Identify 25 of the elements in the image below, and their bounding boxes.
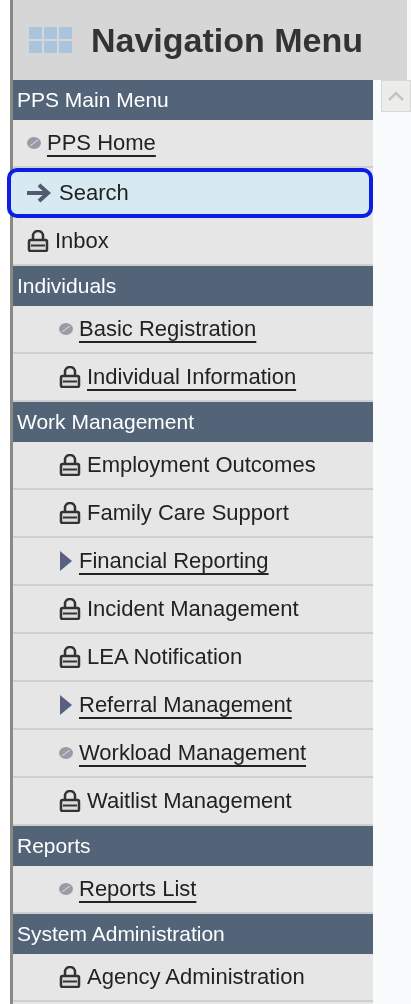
section-header: System Administration bbox=[13, 914, 373, 954]
lock-icon bbox=[59, 366, 81, 388]
disc-icon bbox=[59, 323, 73, 335]
grid-icon bbox=[29, 27, 73, 53]
disc-icon bbox=[27, 137, 41, 149]
lock-icon bbox=[59, 646, 81, 668]
menu-title: Navigation Menu bbox=[91, 20, 364, 60]
lock-icon bbox=[59, 966, 81, 988]
triangle-icon bbox=[59, 550, 73, 572]
lock-icon bbox=[59, 502, 81, 524]
lock-icon bbox=[59, 598, 81, 620]
lock-icon bbox=[27, 230, 49, 252]
section-header: Reports bbox=[13, 826, 373, 866]
disc-icon bbox=[59, 747, 73, 759]
lock-icon bbox=[59, 454, 81, 476]
disc-icon bbox=[59, 883, 73, 895]
section-header: Individuals bbox=[13, 266, 373, 306]
arrow-icon bbox=[25, 182, 53, 204]
triangle-icon bbox=[59, 694, 73, 716]
lock-icon bbox=[59, 790, 81, 812]
scroll-up-button[interactable] bbox=[381, 80, 411, 112]
caret-icon bbox=[388, 91, 404, 101]
section-header: Work Management bbox=[13, 402, 373, 442]
menu-item[interactable]: Search bbox=[7, 168, 373, 218]
section-header: PPS Main Menu bbox=[13, 80, 373, 120]
